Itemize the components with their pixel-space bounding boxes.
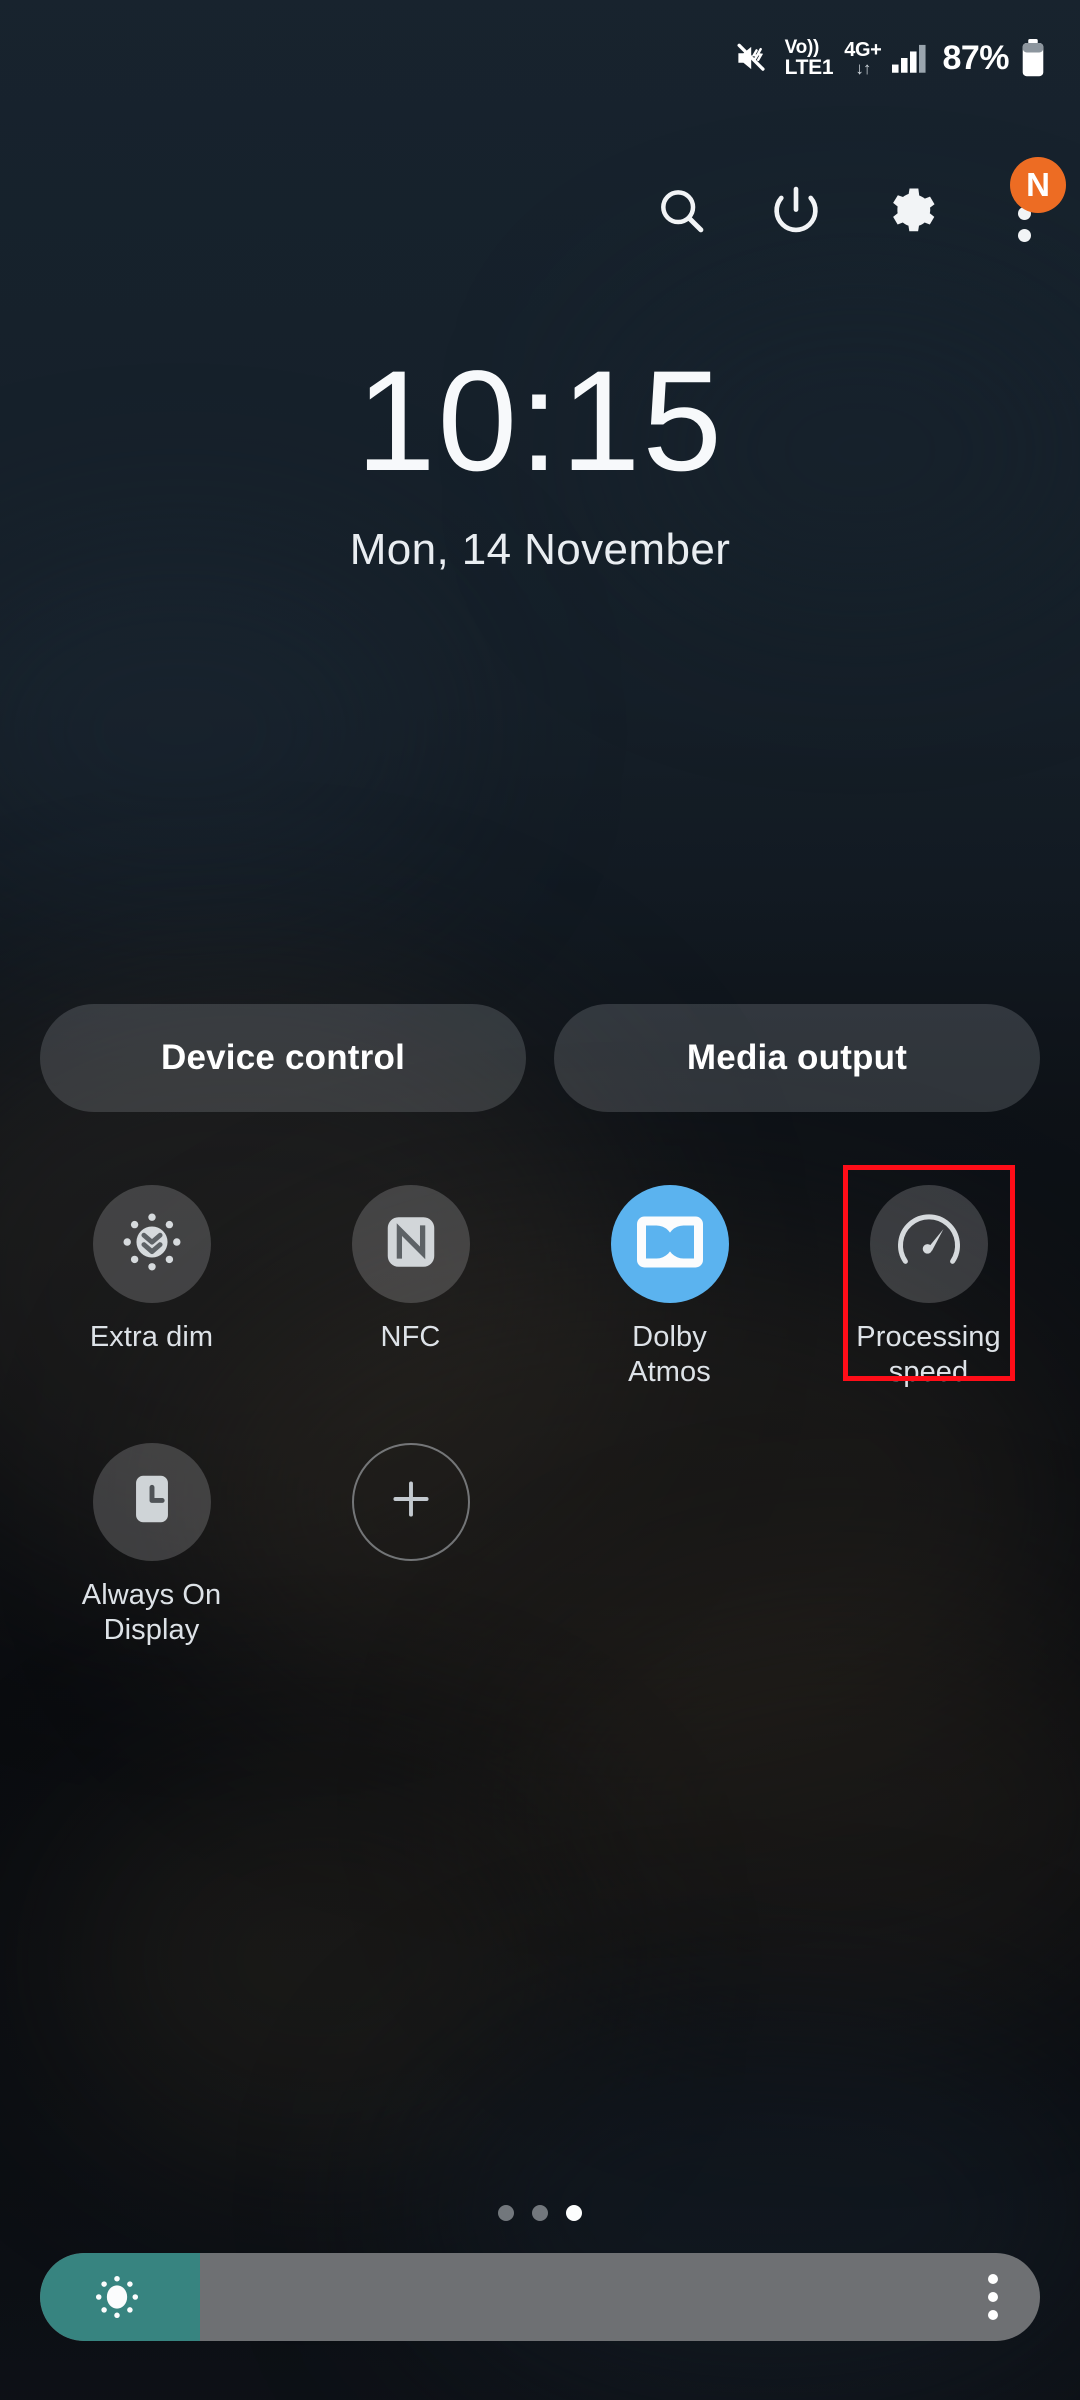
volte-indicator: Vo)) LTE1 <box>785 38 834 78</box>
signal-bars-icon <box>892 43 928 73</box>
nfc-toggle-circle[interactable] <box>351 1185 470 1303</box>
media-output-label: Media output <box>686 1038 908 1077</box>
quick-toggle-add[interactable] <box>281 1442 540 1649</box>
clock-area: 10:15 Mon, 14 November <box>0 350 1080 575</box>
processing-speed-toggle-circle[interactable] <box>869 1185 988 1303</box>
quick-settings-grid: Extra dim NFC Dolby Atmos Processing spe… <box>0 1165 1080 1649</box>
clock-time[interactable]: 10:15 <box>0 350 1080 493</box>
always-on-display-toggle-circle[interactable] <box>92 1442 211 1561</box>
status-bar: Vo)) LTE1 4G+ ↓↑ 87% <box>0 0 1080 116</box>
quick-toggle-extra-dim[interactable]: Extra dim <box>22 1185 281 1391</box>
quick-toggle-always-on-display[interactable]: Always On Display <box>22 1442 281 1649</box>
volte-line-2: LTE1 <box>784 56 834 79</box>
media-output-button[interactable]: Media output <box>554 1004 1040 1112</box>
gear-icon <box>883 184 937 243</box>
device-control-label: Device control <box>161 1038 405 1077</box>
quick-panel-header: N <box>0 157 1080 266</box>
page-dot-1[interactable] <box>498 2205 514 2221</box>
settings-button[interactable] <box>872 175 948 251</box>
dolby-atmos-toggle-circle[interactable] <box>610 1185 729 1303</box>
always-on-display-label: Always On Display <box>81 1578 222 1647</box>
page-indicator[interactable] <box>0 2205 1080 2221</box>
data-arrows-icon: ↓↑ <box>855 58 871 78</box>
device-control-button[interactable]: Device control <box>40 1004 526 1112</box>
power-button[interactable] <box>758 175 834 251</box>
extra-dim-label: Extra dim <box>89 1321 214 1353</box>
shortcut-pill-row: Device control Media output <box>0 1004 1080 1112</box>
page-dot-3[interactable] <box>566 2205 582 2221</box>
brightness-sun-icon <box>88 2268 146 2326</box>
network-type-indicator: 4G+ ↓↑ <box>844 38 882 78</box>
processing-speed-label: Processing speed <box>856 1321 1001 1389</box>
volume-mute-icon <box>736 42 774 74</box>
more-options-icon <box>988 2292 998 2302</box>
battery-percent-label: 87% <box>942 38 1009 77</box>
brightness-slider[interactable] <box>40 2253 1040 2341</box>
extra-dim-icon <box>115 1205 189 1284</box>
search-button[interactable] <box>644 175 720 251</box>
search-icon <box>655 184 709 243</box>
more-options-icon <box>988 2310 998 2320</box>
battery-icon <box>1020 39 1046 77</box>
add-toggle-circle[interactable] <box>351 1442 470 1561</box>
network-type-label: 4G+ <box>844 38 882 61</box>
extra-dim-toggle-circle[interactable] <box>92 1185 211 1303</box>
always-on-display-icon <box>123 1470 181 1533</box>
clock-date[interactable]: Mon, 14 November <box>0 525 1080 575</box>
nfc-icon <box>380 1211 442 1278</box>
more-options-icon <box>988 2274 998 2284</box>
notification-badge: N <box>1010 157 1066 213</box>
overflow-menu-button[interactable]: N <box>986 157 1066 251</box>
processing-speed-icon <box>891 1204 967 1285</box>
power-icon <box>768 183 824 244</box>
nfc-label: NFC <box>380 1321 441 1353</box>
dolby-atmos-icon <box>636 1216 703 1273</box>
page-dot-2[interactable] <box>532 2205 548 2221</box>
quick-toggle-nfc[interactable]: NFC <box>281 1185 540 1391</box>
add-icon <box>385 1473 437 1530</box>
brightness-options-button[interactable] <box>988 2274 998 2320</box>
dolby-atmos-label: Dolby Atmos <box>628 1321 711 1389</box>
quick-toggle-processing-speed[interactable]: Processing speed <box>799 1165 1058 1391</box>
volte-line-1: Vo)) <box>784 37 820 58</box>
quick-toggle-dolby-atmos[interactable]: Dolby Atmos <box>540 1185 799 1391</box>
